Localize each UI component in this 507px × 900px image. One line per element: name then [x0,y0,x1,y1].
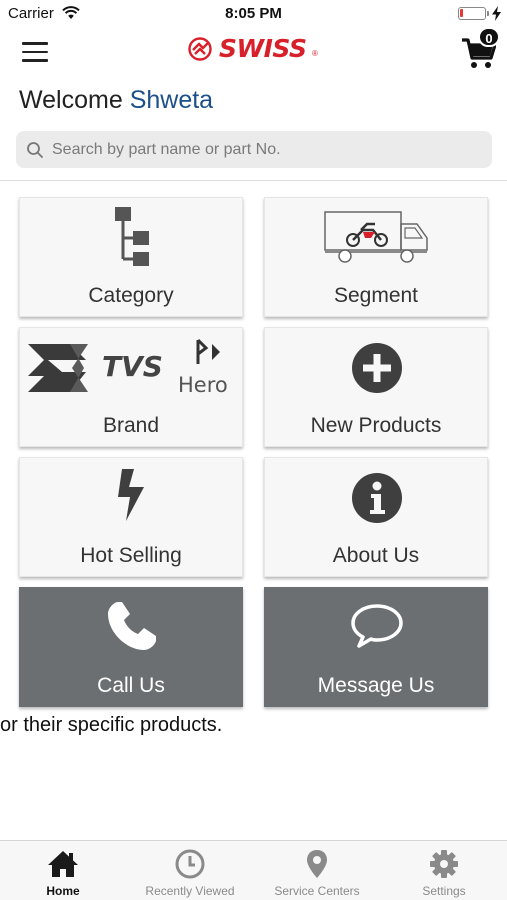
hot-selling-tile[interactable]: Hot Selling [19,457,243,577]
home-icon [48,851,78,877]
status-bar: Carrier 8:05 PM [0,0,507,28]
search-input[interactable] [52,131,482,168]
category-tree-icon [115,207,149,266]
search-bar[interactable] [16,131,492,168]
plus-circle-icon [352,343,402,393]
category-tile-label: Category [88,284,174,307]
welcome-greeting: Welcome [19,86,123,114]
brand-tile[interactable]: TVS Hero Brand [19,327,243,447]
logo-text: SWISS [219,34,307,63]
message-us-tile[interactable]: Message Us [264,587,488,707]
cart-count-badge: 0 [478,27,500,47]
battery-icon [458,7,486,20]
tab-recently-viewed[interactable]: Recently Viewed [127,841,253,900]
tab-home[interactable]: Home [0,841,126,900]
swiss-logo: SWISS ® [188,33,322,65]
lightning-icon [118,469,144,521]
segment-tile-label: Segment [333,284,419,307]
new-products-tile-label: New Products [310,414,442,437]
search-icon [27,142,43,158]
category-tile[interactable]: Category [19,197,243,317]
brand-tile-label: Brand [102,414,160,437]
welcome-heading: Welcome Shweta [19,86,213,115]
scrolling-info-text: or their specific products. [0,714,223,736]
call-us-tile-label: Call Us [97,674,165,697]
brand-logos-icon: TVS Hero [28,338,228,397]
battery-level [460,9,463,17]
gear-icon [430,850,458,878]
call-us-tile[interactable]: Call Us [19,587,243,707]
truck-motorcycle-icon [324,211,428,263]
tab-recently-viewed-label: Recently Viewed [145,884,235,898]
cart-button[interactable]: 0 [462,27,502,70]
hot-selling-tile-label: Hot Selling [80,544,182,567]
clock-icon [175,849,205,879]
tab-home-label: Home [46,884,80,898]
swiss-logo-mark-icon [188,37,212,61]
tab-service-centers[interactable]: Service Centers [254,841,380,900]
bottom-tab-bar: Home Recently Viewed Service Centers Set… [0,840,507,900]
header-divider [0,180,507,181]
segment-tile[interactable]: Segment [264,197,488,317]
about-us-tile[interactable]: About Us [264,457,488,577]
charging-bolt-icon [492,6,501,21]
tab-settings-label: Settings [422,884,466,898]
phone-icon [108,602,156,650]
about-us-tile-label: About Us [332,544,420,567]
tvs-logo-text: TVS [102,350,163,383]
tab-settings[interactable]: Settings [381,841,507,900]
location-pin-icon [307,850,327,878]
new-products-tile[interactable]: New Products [264,327,488,447]
hamburger-icon[interactable] [22,42,48,62]
hero-logo-text: Hero [178,373,228,397]
clock: 8:05 PM [225,5,282,22]
tab-service-centers-label: Service Centers [274,884,360,898]
welcome-user-name: Shweta [129,86,214,114]
chat-bubble-icon [351,604,403,648]
info-circle-icon [352,473,402,523]
message-us-tile-label: Message Us [317,674,435,697]
logo-registered-mark: ® [312,49,318,58]
battery-cap [487,11,489,16]
